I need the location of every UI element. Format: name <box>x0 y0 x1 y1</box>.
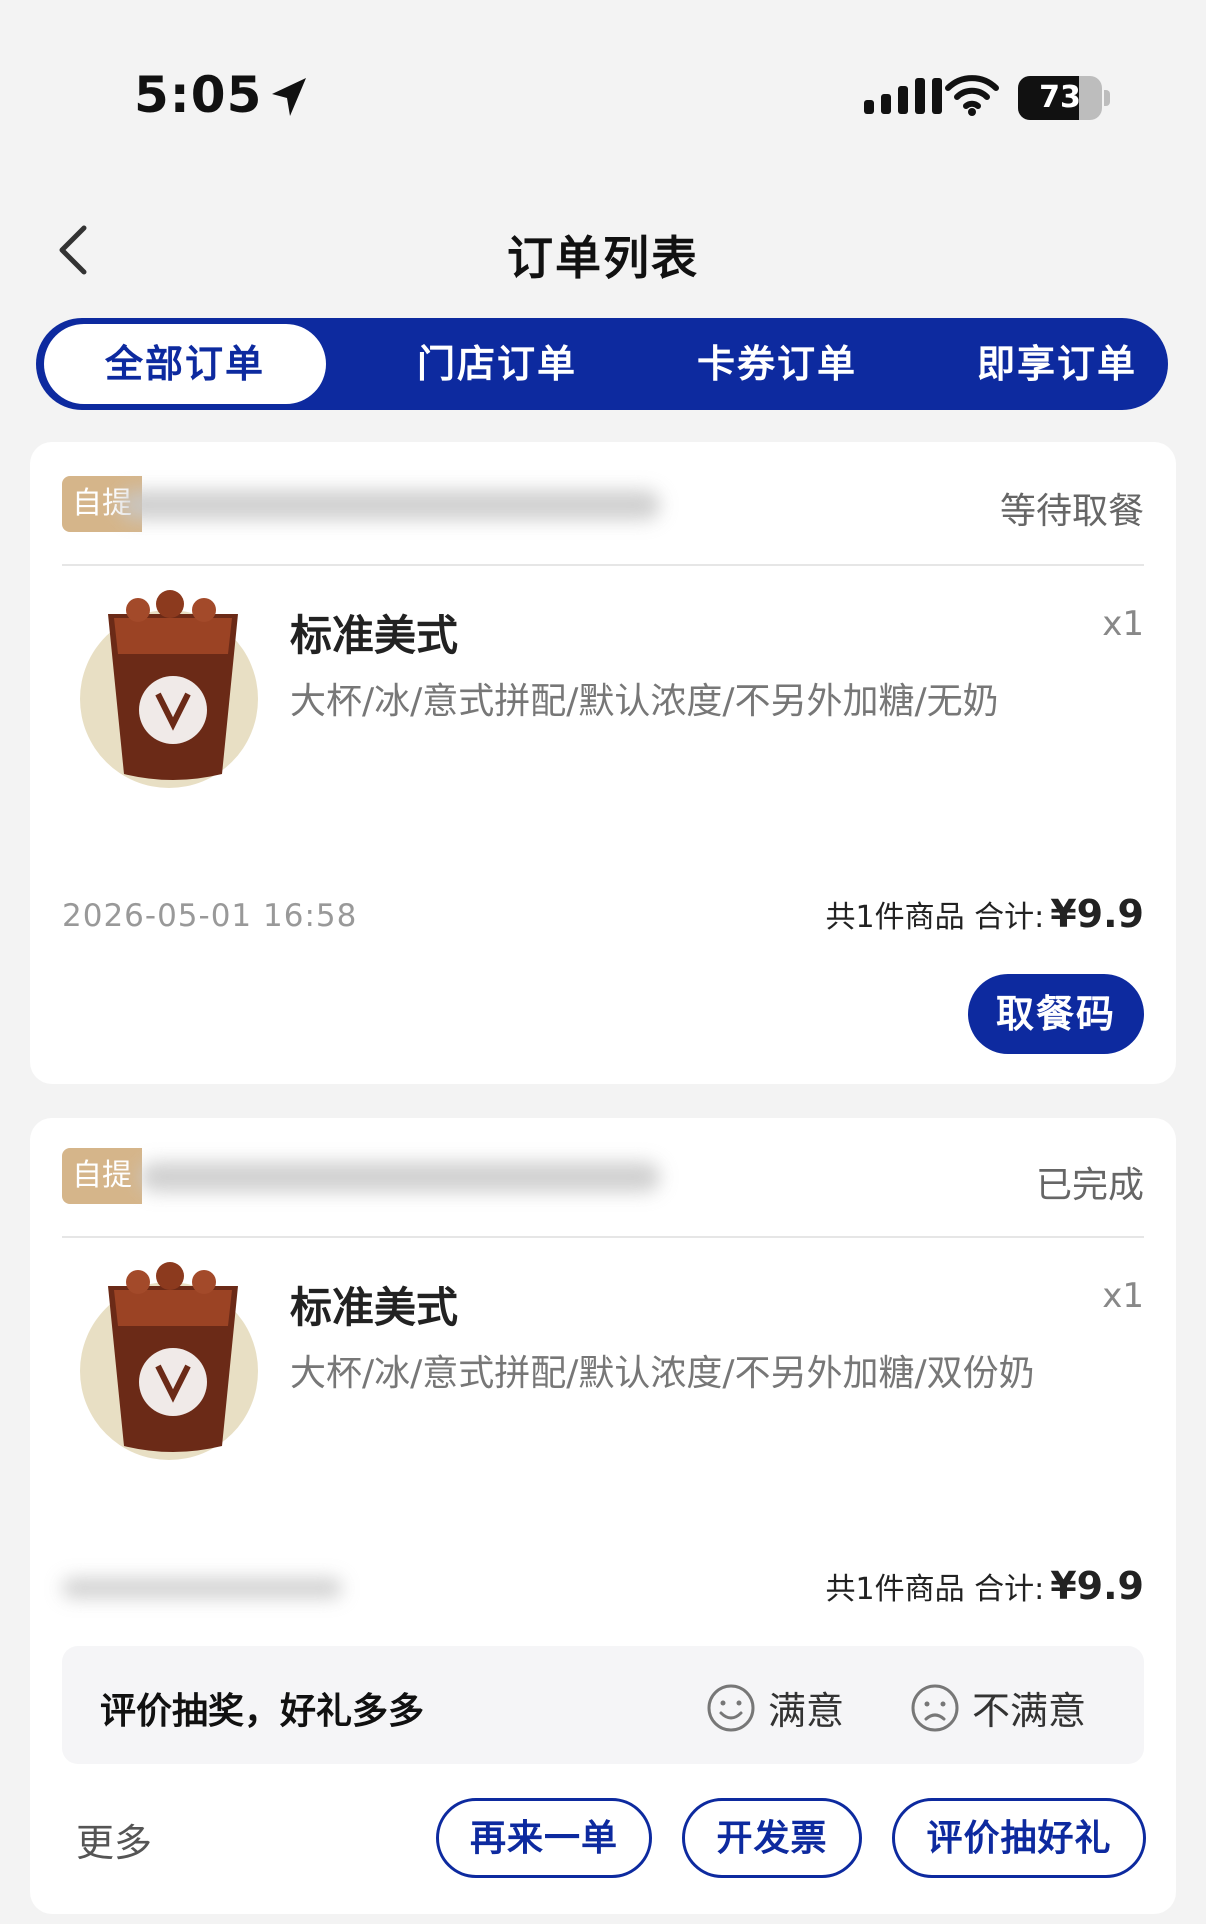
order-summary: 共1件商品 合计: ¥9.9 <box>826 1564 1145 1608</box>
product-qty: x1 <box>1102 604 1144 644</box>
page-title: 订单列表 <box>507 231 699 285</box>
location-arrow-icon <box>272 78 306 116</box>
product-qty: x1 <box>1102 1276 1144 1316</box>
tab-coupon-orders[interactable]: 卡券订单 <box>636 318 918 410</box>
divider <box>62 1236 1144 1238</box>
reorder-button[interactable]: 再来一单 <box>436 1798 652 1878</box>
smile-face-icon <box>707 1684 755 1731</box>
order-price: ¥9.9 <box>1050 892 1144 936</box>
satisfied-label: 满意 <box>768 1689 845 1733</box>
store-name-redacted <box>140 1162 660 1192</box>
order-time: 2026-05-01 16:58 <box>62 898 358 934</box>
battery-icon: 73 <box>1018 76 1102 120</box>
satisfied-button[interactable]: 满意 <box>706 1680 844 1735</box>
coffee-cup-icon <box>108 590 238 780</box>
summary-label: 共1件商品 合计: <box>825 900 1045 935</box>
pickup-code-button[interactable]: 取餐码 <box>968 974 1144 1054</box>
divider <box>62 564 1144 566</box>
unsatisfied-button[interactable]: 不满意 <box>910 1680 1086 1735</box>
store-name-redacted <box>120 490 660 520</box>
battery-level: 73 <box>1039 80 1081 115</box>
review-prompt: 评价抽奖，好礼多多 满意 不满意 <box>62 1646 1144 1764</box>
review-gift-button[interactable]: 评价抽好礼 <box>892 1798 1146 1878</box>
order-price: ¥9.9 <box>1050 1564 1144 1608</box>
product-spec: 大杯/冰/意式拼配/默认浓度/不另外加糖/双份奶 <box>290 1353 1035 1394</box>
wifi-icon <box>945 75 999 116</box>
tab-instant-orders[interactable]: 即享订单 <box>916 318 1198 410</box>
order-time-redacted <box>62 1578 342 1598</box>
tab-all-orders[interactable]: 全部订单 <box>44 324 326 404</box>
review-label: 评价抽奖，好礼多多 <box>100 1691 425 1732</box>
pickup-badge: 自提 <box>62 1148 142 1204</box>
unsatisfied-label: 不满意 <box>972 1689 1087 1733</box>
order-status: 已完成 <box>1035 1165 1144 1206</box>
order-card[interactable]: 自提 等待取餐 标准美式 x1 大杯/冰/意式拼配/默认浓度/不另外加糖/无奶 … <box>30 442 1176 1084</box>
summary-label: 共1件商品 合计: <box>825 1572 1045 1607</box>
order-card[interactable]: 自提 已完成 标准美式 x1 大杯/冰/意式拼配/默认浓度/不另外加糖/双份奶 … <box>30 1118 1176 1914</box>
coffee-cup-icon <box>108 1262 238 1452</box>
cellular-signal-icon <box>864 78 942 114</box>
order-status: 等待取餐 <box>999 491 1144 532</box>
product-spec: 大杯/冰/意式拼配/默认浓度/不另外加糖/无奶 <box>290 681 999 722</box>
product-name: 标准美式 <box>290 611 459 660</box>
order-summary: 共1件商品 合计: ¥9.9 <box>826 892 1145 936</box>
tab-store-orders[interactable]: 门店订单 <box>356 318 638 410</box>
more-link[interactable]: 更多 <box>76 1812 152 1867</box>
order-tabs: 全部订单 门店订单 卡券订单 即享订单 <box>36 318 1168 410</box>
status-time: 5:05 <box>134 66 263 124</box>
battery-nub <box>1104 90 1110 106</box>
sad-face-icon <box>911 1684 959 1731</box>
product-name: 标准美式 <box>290 1283 459 1332</box>
invoice-button[interactable]: 开发票 <box>682 1798 862 1878</box>
